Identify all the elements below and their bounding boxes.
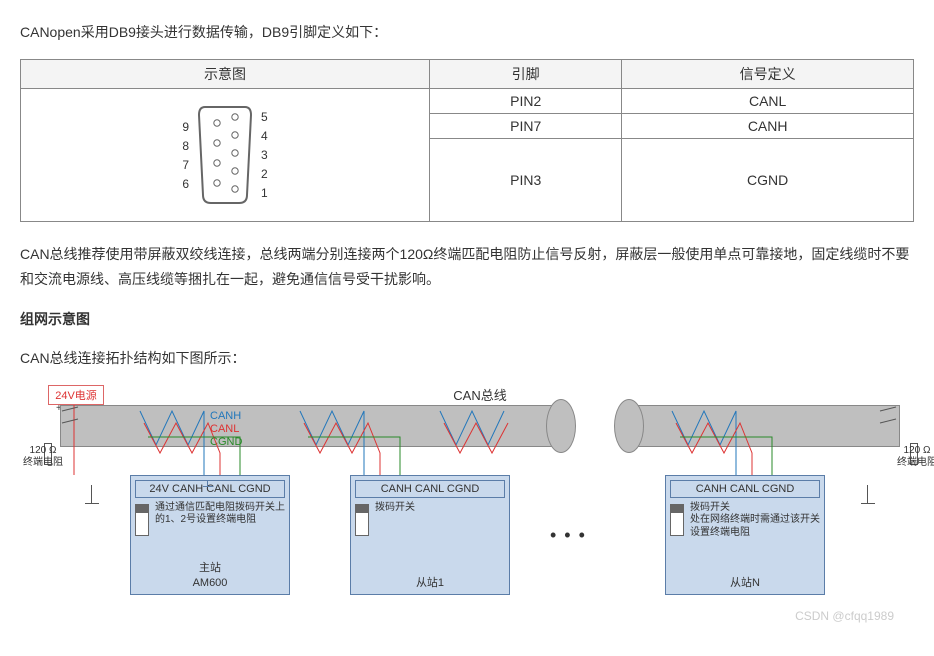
slaven-node: CANH CANL CGND 拨码开关 处在网络终端时需通过该开关设置终端电阻 … bbox=[665, 475, 825, 595]
watermark: CSDN @cfqq1989 bbox=[20, 609, 914, 623]
db9-connector-icon: 9 8 7 6 5 bbox=[29, 101, 421, 209]
node-desc: 通过通信匹配电阻拨码开关上的1、2号设置终端电阻 bbox=[155, 502, 285, 527]
th-pin: 引脚 bbox=[430, 60, 622, 89]
ground-icon bbox=[201, 480, 215, 494]
sig-cell: CANL bbox=[622, 89, 914, 114]
terminator-left-label: 120 Ω终端电阻 bbox=[20, 445, 66, 469]
node-name: 从站N bbox=[666, 576, 824, 590]
terminator-right-label: 120 Ω终端电阻 bbox=[894, 445, 934, 469]
sig-cell: CANH bbox=[622, 114, 914, 139]
intro-text: CANopen采用DB9接头进行数据传输，DB9引脚定义如下： bbox=[20, 20, 914, 45]
dip-switch-icon bbox=[355, 504, 369, 536]
node-desc: 拨码开关 bbox=[375, 502, 505, 515]
section-heading: 组网示意图 bbox=[20, 307, 914, 332]
ellipsis-icon: ••• bbox=[550, 525, 593, 546]
dip-switch-icon bbox=[670, 504, 684, 536]
pin-cell: PIN7 bbox=[430, 114, 622, 139]
topology-diagram: 24V电源 + − CAN总线 CANH CANL CGND bbox=[40, 385, 920, 615]
node-pins: 24V CANH CANL CGND bbox=[135, 480, 285, 498]
pin-table: 示意图 引脚 信号定义 9 8 7 6 bbox=[20, 59, 914, 222]
pin-cell: PIN3 bbox=[430, 139, 622, 222]
db9-shell-icon bbox=[197, 105, 253, 205]
node-desc: 拨码开关 处在网络终端时需通过该开关设置终端电阻 bbox=[690, 502, 820, 540]
recommendation-text: CAN总线推荐使用带屏蔽双绞线连接，总线两端分别连接两个120Ω终端匹配电阻防止… bbox=[20, 242, 914, 292]
slave1-node: CANH CANL CGND 拨码开关 从站1 bbox=[350, 475, 510, 595]
dip-switch-icon bbox=[135, 504, 149, 536]
db9-left-labels: 9 8 7 6 bbox=[182, 121, 189, 190]
node-name: 从站1 bbox=[351, 576, 509, 590]
topo-intro: CAN总线连接拓扑结构如下图所示： bbox=[20, 346, 914, 371]
th-diagram: 示意图 bbox=[21, 60, 430, 89]
node-name: 主站AM600 bbox=[131, 561, 289, 590]
db9-diagram-cell: 9 8 7 6 5 bbox=[21, 89, 430, 222]
pin-cell: PIN2 bbox=[430, 89, 622, 114]
sig-cell: CGND bbox=[622, 139, 914, 222]
bus-title: CAN总线 bbox=[40, 385, 920, 404]
th-signal: 信号定义 bbox=[622, 60, 914, 89]
master-node: 24V CANH CANL CGND 通过通信匹配电阻拨码开关上的1、2号设置终… bbox=[130, 475, 290, 595]
node-pins: CANH CANL CGND bbox=[355, 480, 505, 498]
db9-right-labels: 5 4 3 2 1 bbox=[261, 111, 268, 199]
node-pins: CANH CANL CGND bbox=[670, 480, 820, 498]
